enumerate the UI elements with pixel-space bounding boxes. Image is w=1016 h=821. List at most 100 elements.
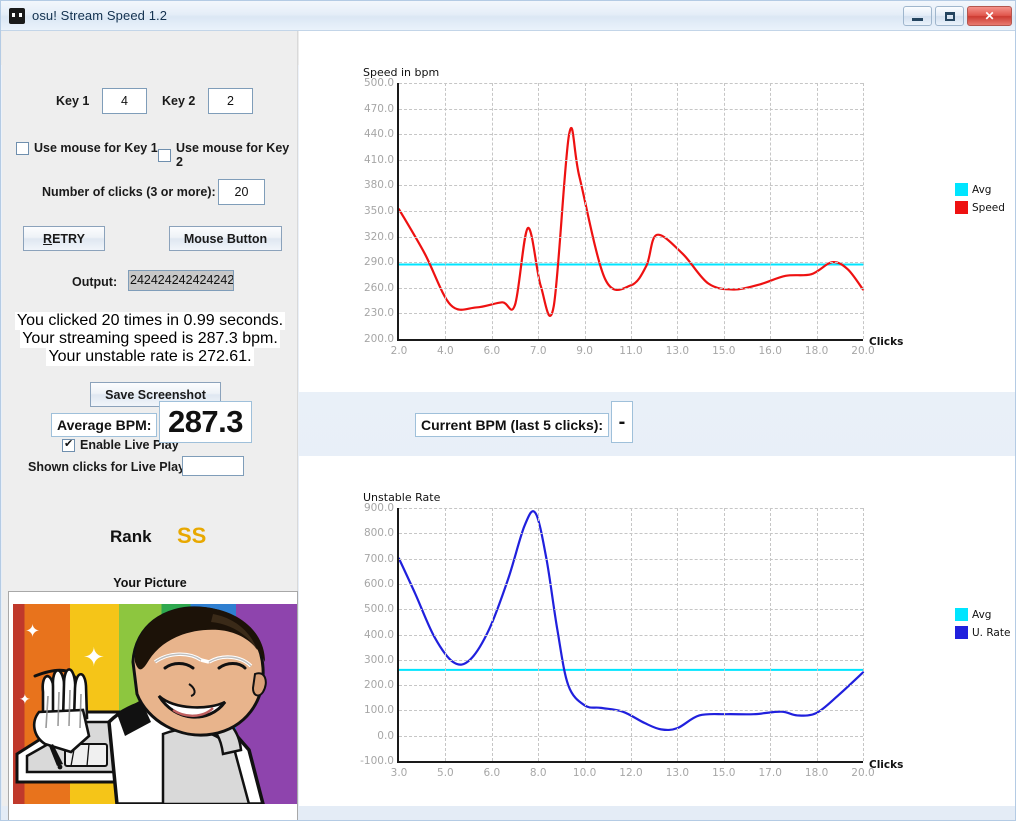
gridline-vertical [770, 83, 772, 339]
x-axis-tick: 5.0 [437, 767, 454, 779]
speed-series-svg [399, 126, 865, 317]
legend-swatch-urate [955, 626, 968, 639]
retry-label-rest: ETRY [52, 231, 85, 246]
retry-button[interactable]: R ETRY [23, 226, 105, 251]
checkbox-icon [158, 148, 171, 162]
x-axis-tick: 10.0 [572, 767, 597, 779]
result-line-1: You clicked 20 times in 0.99 seconds. [14, 312, 286, 330]
legend-label-avg: Avg [972, 608, 992, 621]
shown-clicks-label: Shown clicks for Live Play: [28, 460, 190, 474]
rank-value: SS [177, 523, 207, 548]
y-axis-tick: 700.0 [363, 552, 394, 565]
gridline-vertical [816, 83, 818, 339]
minimize-button[interactable] [903, 6, 932, 26]
legend-item-urate: U. Rate [955, 626, 1010, 639]
speed-plot-area: 500.0 470.0 440.0 410.0 380.0 350.0 320.0 290.0… [364, 77, 875, 357]
y-axis-tick: 410.0 [363, 153, 394, 166]
legend-item-avg: Avg [955, 183, 1005, 196]
title-bar: osu! Stream Speed 1.2 ✕ [1, 1, 1015, 31]
legend-item-avg: Avg [955, 608, 1010, 621]
y-axis-tick: 350.0 [363, 205, 394, 217]
x-axis-tick: 9.0 [576, 345, 593, 357]
legend-label-speed: Speed [972, 201, 1005, 214]
app-icon [9, 7, 25, 24]
y-axis-tick: 600.0 [363, 577, 394, 590]
y-axis-tick: 500.0 [363, 77, 394, 89]
x-axis-tick: 18.0 [804, 767, 829, 779]
y-axis-tick: 400.0 [363, 628, 394, 641]
use-mouse-key2-checkbox[interactable]: Use mouse for Key 2 [158, 141, 297, 169]
x-axis-tick: 16.0 [758, 345, 782, 357]
legend-label-avg: Avg [972, 183, 992, 196]
average-bpm-label: Average BPM: [51, 413, 158, 437]
gridline-vertical [491, 83, 493, 339]
y-axis-tick: 800.0 [363, 527, 394, 540]
y-axis-tick: 200.0 [363, 333, 394, 345]
unstable-rate-series-svg [399, 510, 865, 732]
checkbox-checked-icon [62, 438, 75, 452]
x-axis-tick: 2.0 [390, 345, 408, 357]
rank-label: Rank [110, 527, 152, 546]
x-axis-tick: 13.0 [665, 345, 690, 357]
y-axis-tick: 320.0 [363, 230, 394, 243]
x-axis-tick: 8.0 [529, 767, 547, 779]
speed-chart-xlabel: Clicks [869, 336, 904, 348]
number-of-clicks-input[interactable]: 20 [218, 179, 265, 205]
x-axis-tick: 13.0 [665, 767, 690, 779]
x-axis-tick: 17.0 [758, 767, 782, 779]
your-picture-label: Your Picture [113, 576, 187, 590]
result-line-2: Your streaming speed is 287.3 bpm. [20, 330, 280, 348]
y-axis-tick: -100.0 [360, 755, 394, 767]
gridline-vertical [677, 83, 679, 339]
y-axis-tick: 440.0 [363, 128, 394, 141]
gridline-vertical [584, 508, 586, 761]
close-button[interactable]: ✕ [967, 6, 1012, 26]
y-axis-tick: 290.0 [363, 256, 394, 269]
unstable-rate-plot-area: 900.0 800.0 700.0 600.0 500.0 400.0 300.0 200.0… [360, 502, 875, 779]
key2-label: Key 2 [162, 94, 196, 108]
y-axis-tick: 380.0 [363, 179, 394, 192]
use-mouse-key1-checkbox[interactable]: Use mouse for Key 1 [16, 141, 158, 155]
unstable-rate-chart-panel: Unstable Rate 900.0 800.0 700.0 600.0 500.0 4… [299, 456, 1015, 806]
output-field[interactable]: 2424242424242424 [128, 270, 234, 291]
gridline-vertical [863, 508, 864, 761]
y-axis-tick: 200.0 [363, 679, 394, 692]
x-axis-tick: 6.0 [483, 345, 501, 357]
use-mouse-key1-label: Use mouse for Key 1 [34, 141, 158, 155]
legend-item-speed: Speed [955, 201, 1005, 214]
x-axis-tick: 12.0 [619, 767, 643, 779]
gridline-vertical [816, 508, 818, 761]
maximize-button[interactable] [935, 6, 964, 26]
close-icon: ✕ [984, 9, 995, 23]
unstable-rate-chart-xlabel: Clicks [869, 759, 904, 771]
x-axis-tick: 11.0 [619, 345, 643, 357]
mouse-button-button[interactable]: Mouse Button [169, 226, 282, 251]
results-text: You clicked 20 times in 0.99 seconds. Yo… [2, 312, 298, 366]
legend-swatch-speed [955, 201, 968, 214]
your-picture-image: ✦ ✦ ✦ [13, 604, 297, 804]
app-window: osu! Stream Speed 1.2 ✕ Key 1 4 Key 2 2 … [0, 0, 1016, 821]
gridline-vertical [584, 83, 586, 339]
key2-input[interactable]: 2 [208, 88, 253, 114]
shown-clicks-input[interactable] [182, 456, 244, 476]
x-axis-tick: 15.0 [712, 767, 736, 779]
y-axis-tick: 0.0 [377, 729, 394, 742]
window-title: osu! Stream Speed 1.2 [32, 8, 168, 23]
gridline-vertical [445, 508, 447, 761]
gridline-vertical [770, 508, 772, 761]
legend-swatch-avg [955, 608, 968, 621]
retry-label-prefix: R [43, 231, 53, 246]
gridline-vertical [445, 83, 447, 339]
y-axis-tick: 900.0 [363, 502, 394, 514]
x-axis-tick: 15.0 [712, 345, 736, 357]
y-axis-tick: 300.0 [363, 653, 394, 666]
key1-input[interactable]: 4 [102, 88, 147, 114]
gridline-vertical [677, 508, 679, 761]
y-axis-tick: 230.0 [363, 307, 394, 320]
your-picture-frame: ✦ ✦ ✦ [8, 591, 298, 820]
result-line-3: Your unstable rate is 272.61. [46, 348, 254, 366]
legend-label-urate: U. Rate [972, 626, 1011, 639]
speed-chart-legend: Avg Speed [955, 183, 1005, 219]
y-axis-tick: 100.0 [363, 704, 394, 717]
current-bpm-value: - [611, 401, 633, 443]
